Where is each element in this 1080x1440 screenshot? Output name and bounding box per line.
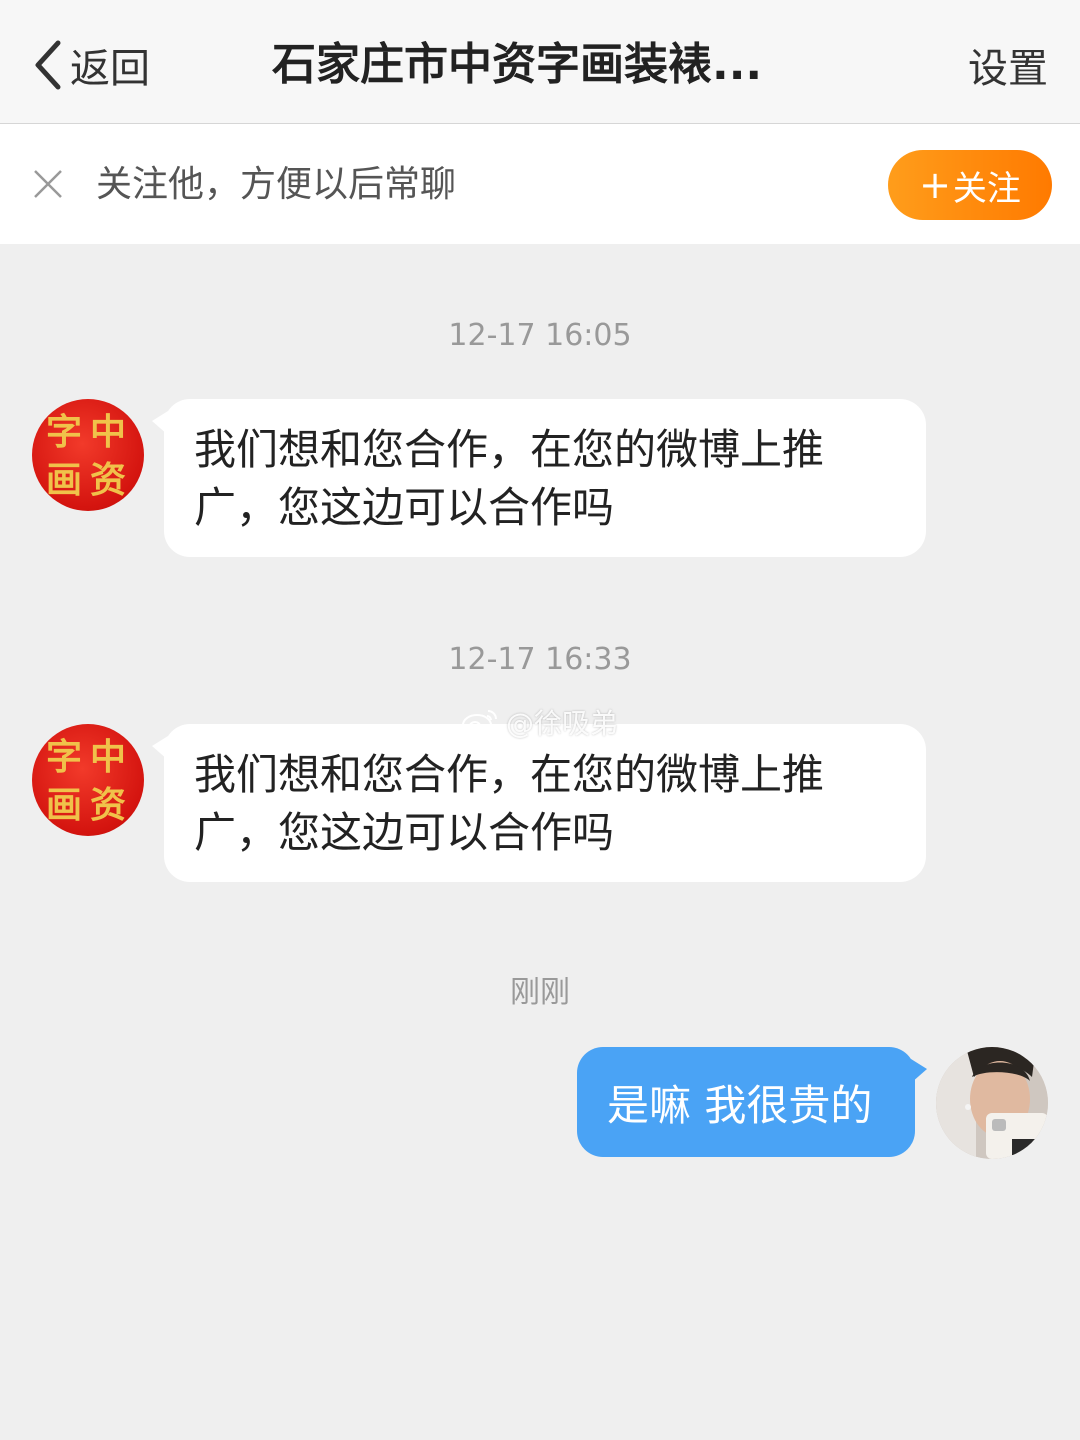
seal-glyph: 画: [46, 784, 83, 826]
watermark-text: @徐吸弟: [506, 707, 619, 740]
incoming-message-bubble[interactable]: 我们想和您合作，在您的微博上推 广，您这边可以合作吗: [152, 399, 926, 557]
message-text-line: 我们想和您合作，在您的微博上推: [194, 750, 825, 799]
follow-prompt-bar: 关注他，方便以后常聊 + 关注: [0, 124, 1080, 244]
seal-glyph: 字: [46, 736, 83, 778]
weibo-logo-icon: [462, 710, 497, 736]
follow-button-label: 关注: [952, 168, 1021, 209]
close-icon[interactable]: [32, 168, 64, 200]
weibo-watermark: @徐吸弟: [460, 702, 618, 742]
user-avatar[interactable]: [936, 1047, 1048, 1159]
message-text-line: 广，您这边可以合作吗: [194, 808, 615, 857]
message-text: 是嘛 我很贵的: [607, 1080, 873, 1130]
back-label: 返回: [70, 46, 150, 92]
message-text-line: 我们想和您合作，在您的微博上推: [194, 425, 825, 474]
conversation-title: 石家庄市中资字画装裱...: [272, 39, 763, 90]
follow-prompt-text: 关注他，方便以后常聊: [96, 164, 457, 205]
seal-glyph: 资: [90, 784, 127, 826]
settings-button[interactable]: 设置: [968, 34, 1048, 104]
navigation-bar: 返回 石家庄市中资字画装裱... 设置: [0, 0, 1080, 124]
seal-glyph: 画: [46, 459, 83, 501]
seal-glyph: 中: [90, 736, 127, 778]
seal-glyph: 中: [90, 411, 127, 453]
message-text-line: 广，您这边可以合作吗: [194, 483, 615, 532]
incoming-message-bubble[interactable]: 我们想和您合作，在您的微博上推 广，您这边可以合作吗: [152, 724, 926, 882]
seal-glyph: 字: [46, 411, 83, 453]
user-photo-icon: [936, 1047, 1048, 1159]
message-timestamp: 刚刚: [510, 975, 570, 1010]
seal-glyph: 资: [90, 459, 127, 501]
plus-icon: +: [919, 163, 951, 207]
sender-avatar[interactable]: 中 资 字 画: [32, 399, 144, 511]
chevron-left-icon: [35, 40, 61, 90]
message-timestamp: 12-17 16:33: [448, 642, 632, 677]
sender-avatar[interactable]: 中 资 字 画: [32, 724, 144, 836]
follow-button[interactable]: + 关注: [888, 150, 1052, 220]
outgoing-message-bubble[interactable]: 是嘛 我很贵的: [577, 1047, 927, 1157]
message-timestamp: 12-17 16:05: [448, 318, 632, 353]
back-button[interactable]: 返回: [30, 30, 150, 100]
